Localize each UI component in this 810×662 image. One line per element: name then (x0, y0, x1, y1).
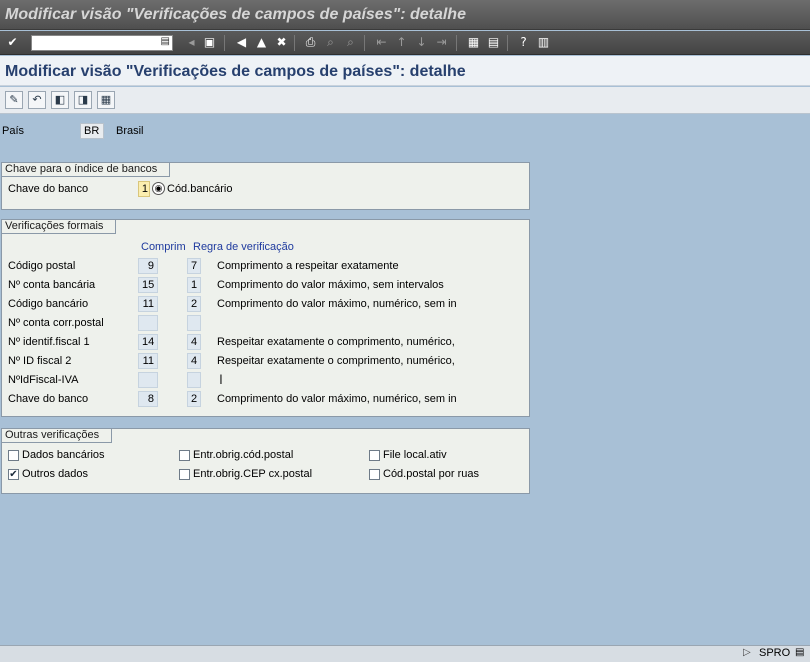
window-title: Modificar visão "Verificações de campos … (0, 0, 810, 30)
other-checks-group: Outras verificações Dados bancários Entr… (1, 428, 530, 494)
possible-entries-icon[interactable]: ◉ (152, 182, 165, 195)
row-label: Chave do banco (8, 393, 89, 405)
checkbox-other-data[interactable]: ✔ (8, 469, 19, 480)
checkbox-file-local[interactable] (369, 450, 380, 461)
undo-icon[interactable]: ↶ (28, 91, 46, 109)
length-field[interactable]: 15 (138, 277, 158, 293)
collapse-icon[interactable]: ◂ (183, 34, 200, 51)
cancel-icon[interactable]: ✖ (273, 34, 290, 51)
save-icon[interactable]: ▣ (201, 34, 218, 51)
rule-field[interactable]: 4 (187, 353, 201, 369)
row-label: Nº identif.fiscal 1 (8, 336, 90, 348)
toolbar-separator (294, 35, 295, 51)
toolbar-separator (456, 35, 457, 51)
bank-key-text: Cód.bancário (167, 183, 233, 195)
row-label: Código postal (8, 260, 76, 272)
first-page-icon[interactable]: ⇤ (373, 34, 390, 51)
bank-key-label: Chave do banco (8, 183, 89, 195)
country-name: Brasil (116, 125, 144, 137)
formal-checks-group-title: Verificações formais (2, 220, 117, 234)
checkbox-label: Dados bancários (22, 449, 105, 461)
print-icon[interactable]: ⎙ (302, 34, 319, 51)
toolbar-separator (224, 35, 225, 51)
command-field[interactable]: ▤ (31, 35, 173, 51)
formal-checks-group: Verificações formais Comprim Regra de ve… (1, 219, 530, 417)
system-name: SPRO (759, 647, 791, 659)
checkbox-label: Entr.obrig.cód.postal (193, 449, 294, 461)
rule-text: Comprimento do valor máximo, numérico, s… (217, 393, 457, 405)
row-label: Nº ID fiscal 2 (8, 355, 72, 367)
bank-key-group-title: Chave para o índice de bancos (2, 163, 171, 177)
variable-list-icon[interactable]: ▦ (97, 91, 115, 109)
toolbar-separator (364, 35, 365, 51)
length-field[interactable] (138, 315, 158, 331)
help-icon[interactable]: ? (515, 34, 532, 51)
length-field[interactable]: 11 (138, 296, 158, 312)
country-code-field: BR (80, 123, 104, 139)
prev-entry-icon[interactable]: ◧ (51, 91, 69, 109)
checkbox-bank-data[interactable] (8, 450, 19, 461)
rule-field[interactable] (187, 372, 201, 388)
col-header-rule: Regra de verificação (193, 241, 294, 253)
row-label: NºIdFiscal-IVA (8, 374, 79, 386)
checkbox-postal-code-by-street[interactable] (369, 469, 380, 480)
rule-text: Comprimento do valor máximo, numérico, s… (217, 298, 457, 310)
text-cursor-icon: I (219, 371, 223, 387)
rule-text: Comprimento do valor máximo, sem interva… (217, 279, 444, 291)
length-field[interactable] (138, 372, 158, 388)
bank-key-field[interactable]: 1 (138, 181, 150, 197)
checkbox-label: Entr.obrig.CEP cx.postal (193, 468, 313, 480)
rule-field[interactable]: 7 (187, 258, 201, 274)
command-field-dropdown-icon[interactable]: ▤ (161, 36, 170, 47)
checkbox-mandatory-pobox-code[interactable] (179, 469, 190, 480)
customize-icon[interactable]: ▥ (535, 34, 552, 51)
country-label: País (2, 125, 25, 137)
checkbox-mandatory-postal-code[interactable] (179, 450, 190, 461)
rule-field[interactable]: 2 (187, 296, 201, 312)
change-display-icon[interactable]: ✎ (5, 91, 23, 109)
main-content: País BR Brasil Chave para o índice de ba… (0, 115, 810, 645)
enter-icon[interactable]: ✔ (4, 34, 21, 51)
length-field[interactable]: 8 (138, 391, 158, 407)
application-toolbar: ✎ ↶ ◧ ◨ ▦ (0, 87, 810, 114)
rule-field[interactable] (187, 315, 201, 331)
col-header-length: Comprim (141, 241, 186, 253)
rule-text: Respeitar exatamente o comprimento, numé… (217, 336, 455, 348)
length-field[interactable]: 14 (138, 334, 158, 350)
page-title: Modificar visão "Verificações de campos … (0, 56, 810, 86)
next-entry-icon[interactable]: ◨ (74, 91, 92, 109)
back-arrow-icon[interactable]: ◀ (233, 34, 250, 51)
session-icon[interactable]: ▤ (795, 647, 804, 658)
shortcut-icon[interactable]: ▤ (485, 34, 502, 51)
length-field[interactable]: 9 (138, 258, 158, 274)
rule-field[interactable]: 1 (187, 277, 201, 293)
row-label: Nº conta corr.postal (8, 317, 104, 329)
checkbox-label: Outros dados (22, 468, 89, 480)
find-icon[interactable]: ⌕ (322, 34, 339, 51)
rule-text: Comprimento a respeitar exatamente (217, 260, 399, 272)
checkbox-label: Cód.postal por ruas (383, 468, 479, 480)
last-page-icon[interactable]: ⇥ (433, 34, 450, 51)
row-label: Código bancário (8, 298, 89, 310)
checkbox-label: File local.ativ (383, 449, 447, 461)
rule-field[interactable]: 4 (187, 334, 201, 350)
exit-icon[interactable]: ▲ (253, 34, 270, 51)
length-field[interactable]: 11 (138, 353, 158, 369)
system-toolbar: ✔ ▤ ◂ ▣ ◀ ▲ ✖ ⎙ ⌕ ⌕ ⇤ ↑ ↓ ⇥ ▦ ▤ ? ▥ (0, 31, 810, 55)
next-page-icon[interactable]: ↓ (413, 34, 430, 51)
rule-text: Respeitar exatamente o comprimento, numé… (217, 355, 455, 367)
new-session-icon[interactable]: ▦ (465, 34, 482, 51)
row-label: Nº conta bancária (8, 279, 96, 291)
rule-field[interactable]: 2 (187, 391, 201, 407)
prev-page-icon[interactable]: ↑ (393, 34, 410, 51)
bank-key-group: Chave para o índice de bancos Chave do b… (1, 162, 530, 210)
other-checks-group-title: Outras verificações (2, 429, 113, 443)
toolbar-separator (507, 35, 508, 51)
find-next-icon[interactable]: ⌕ (342, 34, 359, 51)
status-arrow-icon[interactable]: ▷ (743, 647, 751, 658)
status-bar: ▷ SPRO ▤ (0, 645, 810, 662)
